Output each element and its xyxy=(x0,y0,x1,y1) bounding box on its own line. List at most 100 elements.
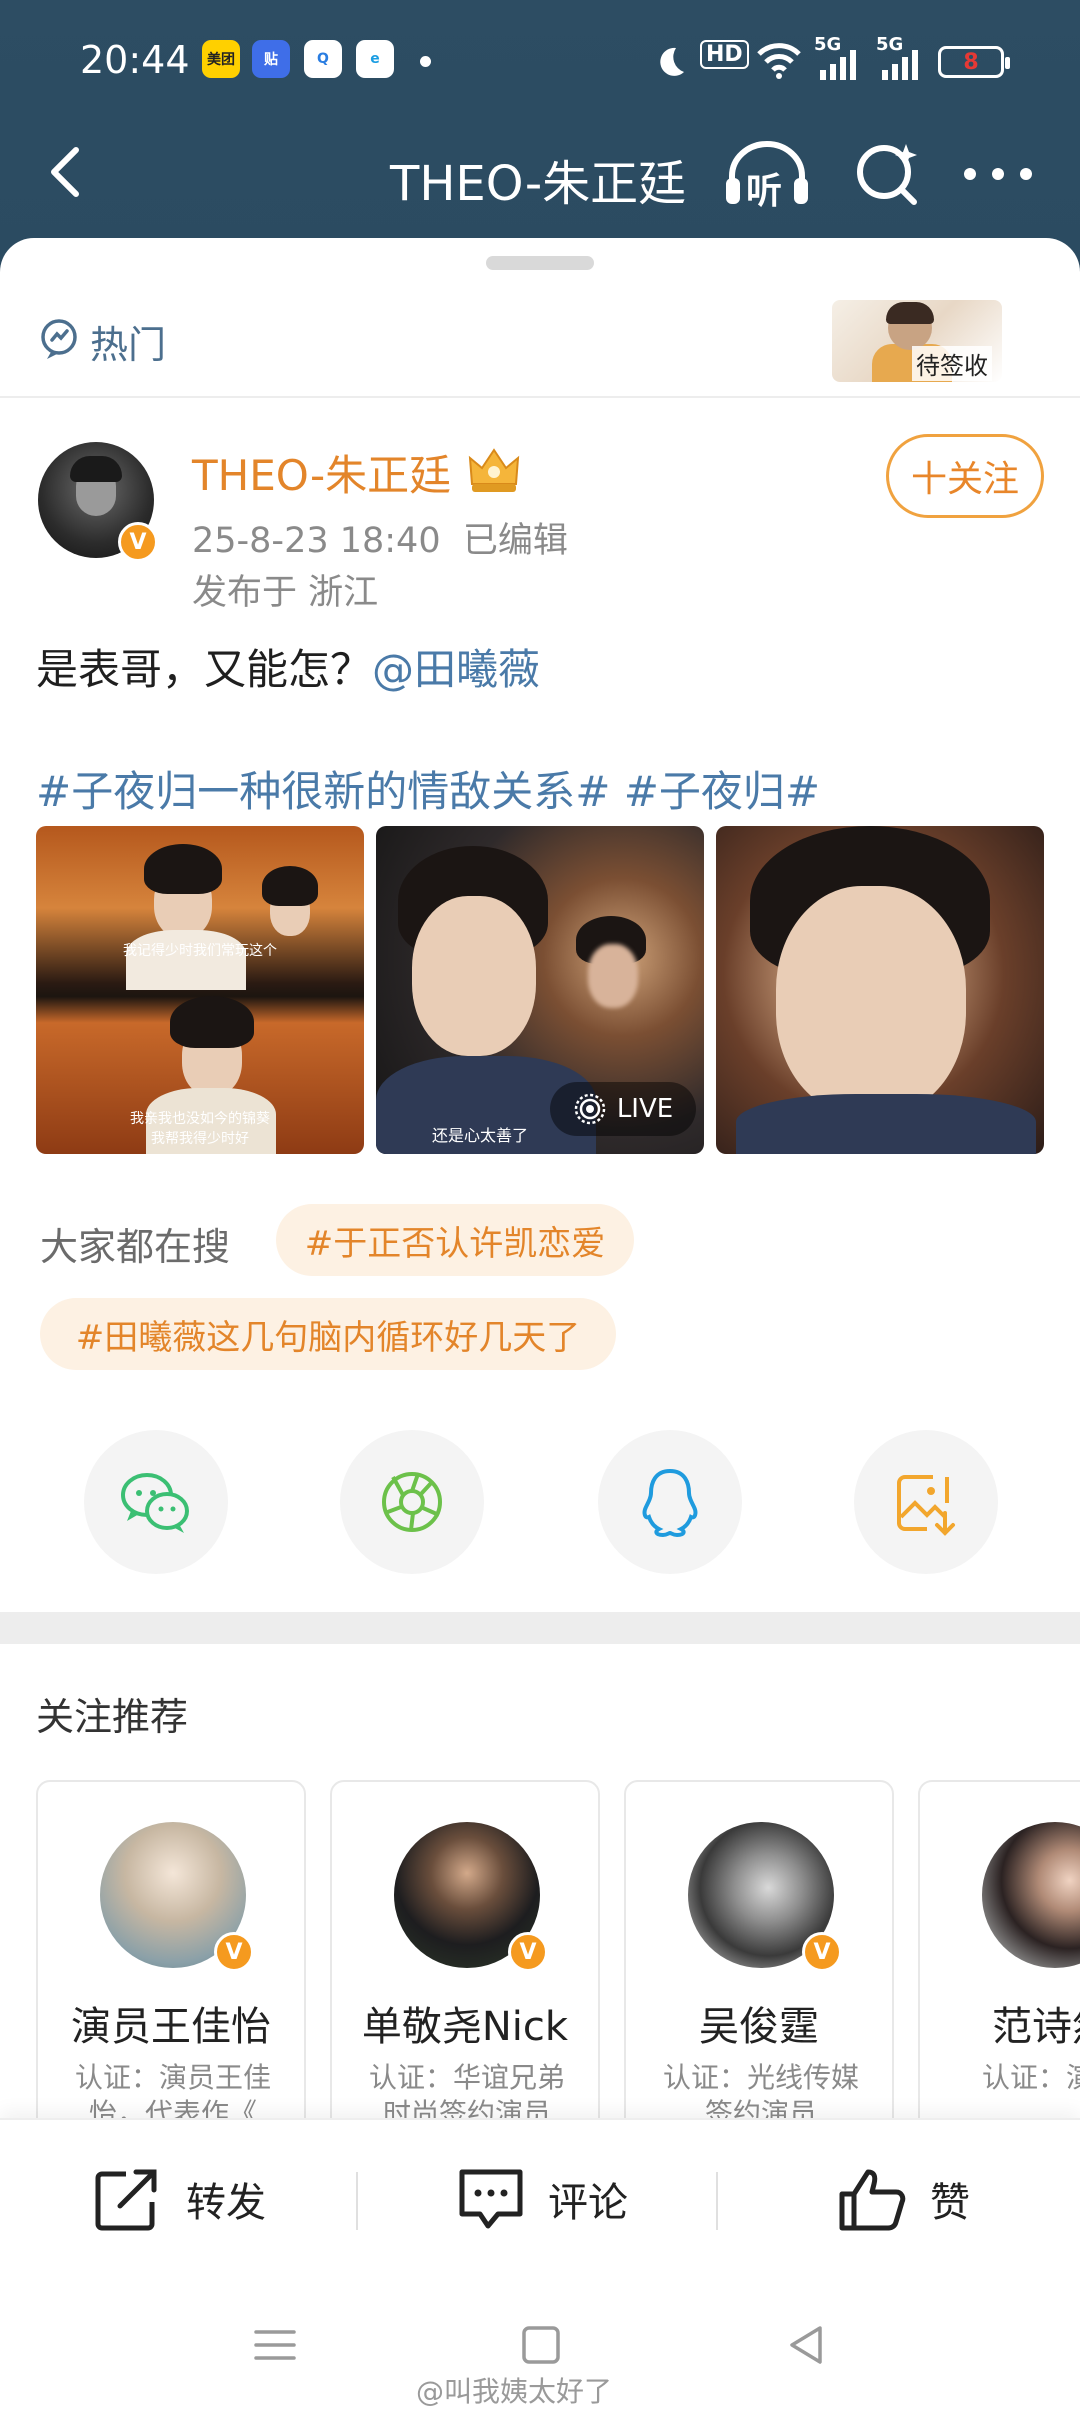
signal-icon-2 xyxy=(882,50,918,80)
verified-badge-icon: V xyxy=(802,1932,842,1972)
follow-button[interactable]: 十关注 xyxy=(886,434,1044,518)
recommend-card[interactable]: V 吴俊霆 认证：光线传媒签约演员 xyxy=(624,1780,894,2118)
listen-label: 听 xyxy=(746,171,783,212)
post-image-1[interactable]: 我记得少时我们常玩这个 我亲我也没如今的锦葵 我帮我得少时好 xyxy=(36,826,364,1154)
notification-dot xyxy=(420,56,431,67)
comment-icon xyxy=(459,2169,523,2229)
trending-tag[interactable]: #田曦薇这几句脑内循环好几天了 xyxy=(40,1298,616,1370)
action-bar: 转发 评论 赞 xyxy=(0,2118,1080,2278)
back-arrow-icon[interactable] xyxy=(38,142,98,202)
avatar-hair xyxy=(70,456,122,482)
save-image-button[interactable] xyxy=(854,1430,998,1574)
recommend-title: 关注推荐 xyxy=(36,1695,189,1739)
post-meta: 25-8-23 18:40 已编辑 xyxy=(192,512,568,563)
status-time: 20:44 xyxy=(80,38,190,82)
listen-headphones-icon[interactable]: 听 xyxy=(722,138,812,212)
qq-share-button[interactable] xyxy=(598,1430,742,1574)
recommend-desc: 认证：演员王佳怡，代表作《 xyxy=(74,2061,271,2118)
watermark: @叫我姨太好了 xyxy=(416,2375,613,2408)
figure-face-closeup xyxy=(776,886,966,1116)
post-location: 发布于 浙江 xyxy=(192,573,379,613)
battery-icon: 8 xyxy=(938,46,1010,78)
section-divider xyxy=(0,1612,1080,1644)
repost-button[interactable]: 转发 xyxy=(94,2164,266,2234)
pending-sign-sticker[interactable]: 待签收 xyxy=(832,300,1002,382)
hd-icon: HD xyxy=(700,40,749,69)
repost-label: 转发 xyxy=(186,2180,266,2226)
tieba-app-icon: 贴 xyxy=(252,40,290,78)
hot-filter-row: 热门 待签收 xyxy=(0,278,1080,398)
menu-icon[interactable] xyxy=(250,2320,300,2370)
thumbs-up-icon xyxy=(839,2169,906,2231)
recommend-card[interactable]: 范诗然 认证：演 xyxy=(918,1780,1080,2118)
page-title: THEO-朱正廷 xyxy=(390,156,687,212)
post-image-3[interactable] xyxy=(716,826,1044,1154)
more-options-icon[interactable] xyxy=(958,144,1038,204)
trending-tag[interactable]: #于正否认许凯恋爱 xyxy=(276,1204,634,1276)
edited-label: 已编辑 xyxy=(462,521,568,561)
like-button[interactable]: 赞 xyxy=(838,2164,970,2234)
image-caption-2: 我亲我也没如今的锦葵 xyxy=(130,1111,270,1127)
figure-face-main xyxy=(412,896,536,1056)
verified-badge-icon: V xyxy=(118,522,158,562)
signal-icon xyxy=(820,50,856,80)
do-not-disturb-moon-icon xyxy=(660,47,684,76)
moments-share-button[interactable] xyxy=(340,1430,484,1574)
figure-hair-3 xyxy=(170,996,254,1048)
home-icon[interactable] xyxy=(516,2320,566,2370)
live-label: LIVE xyxy=(616,1094,674,1124)
recommend-desc: 认证：华谊兄弟时尚签约演员 xyxy=(368,2061,565,2118)
meituan-app-icon: 美团 xyxy=(202,40,240,78)
figure-robe-closeup xyxy=(736,1094,1036,1154)
action-divider xyxy=(716,2172,718,2230)
author-avatar[interactable]: V xyxy=(38,442,158,562)
repost-icon xyxy=(95,2169,157,2231)
recommend-avatar xyxy=(982,1822,1080,1968)
wifi-icon xyxy=(757,43,801,79)
comment-button[interactable]: 评论 xyxy=(456,2164,628,2234)
image-caption: 我记得少时我们常玩这个 xyxy=(123,943,277,959)
post-image-2-live[interactable]: 还是心太善了 LIVE xyxy=(376,826,704,1154)
post-sheet: 热门 待签收 V THEO-朱正廷 25-8-23 18:40 已编辑 发布于 … xyxy=(0,238,1080,2118)
figure-hair xyxy=(144,844,222,894)
crown-member-icon xyxy=(468,448,520,492)
wechat-share-button[interactable] xyxy=(84,1430,228,1574)
figure-hair-2 xyxy=(262,866,318,906)
live-photo-icon xyxy=(574,1093,606,1125)
comment-label: 评论 xyxy=(548,2180,628,2226)
app-header: 20:44 美团 贴 Q e HD 5G 5G 8 THEO-朱正廷 听 xyxy=(0,0,1080,260)
author-name[interactable]: THEO-朱正廷 xyxy=(192,442,451,503)
nav-bar: THEO-朱正廷 听 xyxy=(0,120,1080,230)
edge-browser-app-icon: e xyxy=(356,40,394,78)
recommend-card[interactable]: V 单敬尧Nick 认证：华谊兄弟时尚签约演员 xyxy=(330,1780,600,2118)
wechat-icon xyxy=(121,1473,189,1533)
live-badge: LIVE xyxy=(550,1082,696,1136)
hot-label[interactable]: 热门 xyxy=(90,314,166,369)
post-timestamp: 25-8-23 18:40 xyxy=(192,521,441,561)
drag-handle[interactable] xyxy=(486,256,594,270)
image-caption-3: 我帮我得少时好 xyxy=(151,1131,249,1147)
topic-links[interactable]: #子夜归一种很新的情敌关系# #子夜归# xyxy=(36,758,820,819)
sticker-text: 待签收 xyxy=(912,346,992,381)
search-icon[interactable] xyxy=(852,138,924,210)
recommend-name: 演员王佳怡 xyxy=(71,2004,271,2050)
recommend-card[interactable]: V 演员王佳怡 认证：演员王佳怡，代表作《 xyxy=(36,1780,306,2118)
recommend-desc: 认证：光线传媒签约演员 xyxy=(662,2061,859,2118)
qq-browser-app-icon: Q xyxy=(304,40,342,78)
post-text: 是表哥，又能怎？@田曦薇 xyxy=(36,636,540,697)
like-label: 赞 xyxy=(930,2180,970,2226)
trending-search-label: 大家都在搜 xyxy=(40,1225,231,1269)
verified-badge-icon: V xyxy=(508,1932,548,1972)
mention-link[interactable]: @田曦薇 xyxy=(372,645,540,694)
figure-face-bg xyxy=(588,944,638,1008)
figure-robe xyxy=(126,930,246,990)
moments-icon xyxy=(382,1472,442,1532)
sticker-figure-hair xyxy=(886,302,934,324)
back-triangle-icon[interactable] xyxy=(782,2320,832,2370)
action-divider xyxy=(356,2172,358,2230)
recommend-name: 吴俊霆 xyxy=(699,2004,819,2050)
qq-icon xyxy=(642,1468,698,1538)
recommend-name: 范诗然 xyxy=(992,2004,1080,2050)
system-nav-bar: @叫我姨太好了 xyxy=(0,2278,1080,2412)
recommend-desc: 认证：演 xyxy=(982,2061,1080,2094)
